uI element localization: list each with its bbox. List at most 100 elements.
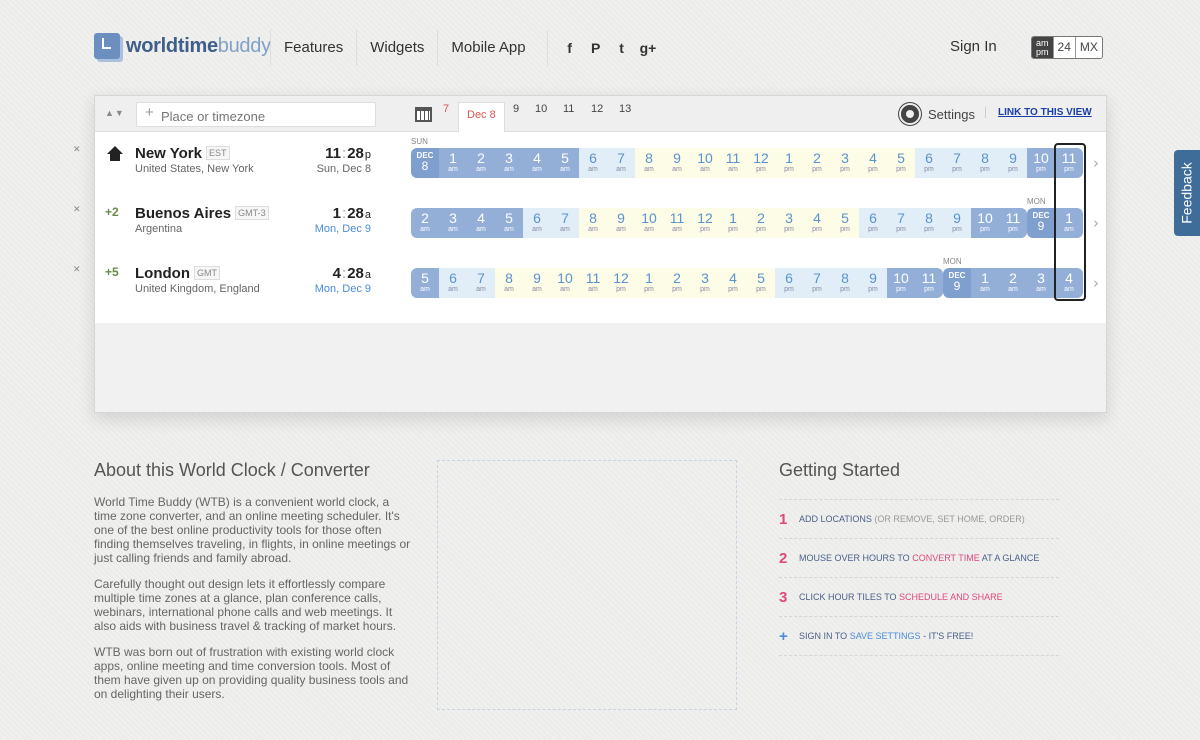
- hour-tile[interactable]: 8 am: [579, 208, 607, 238]
- hour-tile[interactable]: 10 am: [551, 268, 579, 298]
- remove-icon[interactable]: ✕: [73, 204, 81, 214]
- hour-tile[interactable]: 10 pm: [887, 268, 915, 298]
- google-plus-icon[interactable]: g+: [640, 40, 657, 56]
- link-to-view[interactable]: LINK TO THIS VIEW: [985, 107, 1092, 118]
- hour-tile[interactable]: 11 am: [663, 208, 691, 238]
- hour-tile[interactable]: 5 pm: [747, 268, 775, 298]
- hour-tile[interactable]: 6 pm: [859, 208, 887, 238]
- hour-tile[interactable]: 1 pm: [635, 268, 663, 298]
- hour-tile[interactable]: 2 am: [999, 268, 1027, 298]
- hour-tile[interactable]: 1 am: [1055, 208, 1083, 238]
- hour-tile[interactable]: 9 am: [523, 268, 551, 298]
- remove-icon[interactable]: ✕: [73, 144, 81, 154]
- nav-features[interactable]: Features: [270, 30, 356, 66]
- hour-tile[interactable]: 6 am: [579, 148, 607, 178]
- hour-tile[interactable]: 5 am: [551, 148, 579, 178]
- hour-tile[interactable]: 4 pm: [719, 268, 747, 298]
- sort-arrows-icon[interactable]: ▲▼: [105, 108, 125, 118]
- hour-tile[interactable]: 3 pm: [831, 148, 859, 178]
- chevron-right-icon[interactable]: ›: [1093, 214, 1099, 232]
- date-tab[interactable]: 11: [563, 103, 574, 115]
- home-icon[interactable]: [107, 146, 123, 162]
- hour-tile[interactable]: 3 am: [1027, 268, 1055, 298]
- format-ampm-button[interactable]: am pm: [1032, 37, 1053, 58]
- sign-in-link[interactable]: Sign In: [950, 38, 997, 55]
- hour-tile[interactable]: 3 pm: [775, 208, 803, 238]
- hour-tile[interactable]: 4 am: [1055, 268, 1083, 298]
- hour-tile[interactable]: 7 pm: [803, 268, 831, 298]
- step-item[interactable]: 2 MOUSE OVER HOURS TO CONVERT TIME AT A …: [779, 538, 1059, 577]
- hour-tile[interactable]: 12 pm: [747, 148, 775, 178]
- hour-tile[interactable]: 6 am: [439, 268, 467, 298]
- nav-mobile-app[interactable]: Mobile App: [437, 30, 538, 66]
- calendar-icon[interactable]: [415, 107, 432, 122]
- hour-tile[interactable]: 4 am: [467, 208, 495, 238]
- hour-tile[interactable]: 11 am: [719, 148, 747, 178]
- facebook-icon[interactable]: f: [562, 40, 578, 56]
- date-tab-selected[interactable]: Dec 8: [458, 102, 505, 133]
- hour-tile[interactable]: 10 pm: [1027, 148, 1055, 178]
- place-search-input[interactable]: [136, 102, 376, 127]
- hour-tile[interactable]: 5 pm: [887, 148, 915, 178]
- save-settings-link[interactable]: SAVE SETTINGS: [850, 631, 921, 641]
- hour-tile[interactable]: 1 am: [971, 268, 999, 298]
- feedback-tab[interactable]: Feedback: [1174, 150, 1200, 236]
- hour-tile[interactable]: 9 am: [607, 208, 635, 238]
- day-tile[interactable]: DEC 9: [943, 268, 971, 298]
- hour-tile[interactable]: 2 pm: [803, 148, 831, 178]
- hour-tile[interactable]: 4 pm: [859, 148, 887, 178]
- hour-tile[interactable]: 9 pm: [859, 268, 887, 298]
- date-tab[interactable]: 9: [513, 103, 519, 115]
- format-24h-button[interactable]: 24: [1052, 37, 1075, 58]
- hour-tile[interactable]: 2 am: [411, 208, 439, 238]
- hour-tile[interactable]: 4 pm: [803, 208, 831, 238]
- hour-tile[interactable]: 9 pm: [999, 148, 1027, 178]
- nav-widgets[interactable]: Widgets: [356, 30, 437, 66]
- hour-tile[interactable]: 11 pm: [1055, 148, 1083, 178]
- date-tab[interactable]: 13: [619, 103, 631, 115]
- hour-tile[interactable]: 8 pm: [915, 208, 943, 238]
- hour-tile[interactable]: 2 am: [467, 148, 495, 178]
- hour-tile[interactable]: 9 pm: [943, 208, 971, 238]
- hour-tile[interactable]: 1 pm: [719, 208, 747, 238]
- hour-tile[interactable]: 5 am: [411, 268, 439, 298]
- hour-tile[interactable]: 10 am: [635, 208, 663, 238]
- date-tab[interactable]: 7: [443, 103, 449, 115]
- chevron-right-icon[interactable]: ›: [1093, 274, 1099, 292]
- hour-tile[interactable]: 12 pm: [607, 268, 635, 298]
- step-item[interactable]: 3 CLICK HOUR TILES TO SCHEDULE AND SHARE: [779, 577, 1059, 616]
- hour-tile[interactable]: 12 pm: [691, 208, 719, 238]
- hour-tile[interactable]: 10 pm: [971, 208, 999, 238]
- hour-tile[interactable]: 4 am: [523, 148, 551, 178]
- hour-tile[interactable]: 8 pm: [971, 148, 999, 178]
- date-tab[interactable]: 12: [591, 103, 603, 115]
- day-tile[interactable]: DEC 9: [1027, 208, 1055, 238]
- hour-tile[interactable]: 5 am: [495, 208, 523, 238]
- hour-tile[interactable]: 2 pm: [663, 268, 691, 298]
- hour-tile[interactable]: 7 am: [467, 268, 495, 298]
- hour-tile[interactable]: 11 pm: [999, 208, 1027, 238]
- hour-tile[interactable]: 8 am: [635, 148, 663, 178]
- hour-tile[interactable]: 9 am: [663, 148, 691, 178]
- hour-tile[interactable]: 10 am: [691, 148, 719, 178]
- hour-tile[interactable]: 7 am: [607, 148, 635, 178]
- hour-tile[interactable]: 8 am: [495, 268, 523, 298]
- day-tile[interactable]: DEC 8: [411, 148, 439, 178]
- hour-tile[interactable]: 7 pm: [887, 208, 915, 238]
- hour-tile[interactable]: 11 am: [579, 268, 607, 298]
- remove-icon[interactable]: ✕: [73, 264, 81, 274]
- step-item[interactable]: 1 ADD LOCATIONS (OR REMOVE, SET HOME, OR…: [779, 499, 1059, 538]
- hour-tile[interactable]: 1 am: [439, 148, 467, 178]
- hour-tile[interactable]: 6 pm: [915, 148, 943, 178]
- hour-tile[interactable]: 11 pm: [915, 268, 943, 298]
- hour-tile[interactable]: 7 pm: [943, 148, 971, 178]
- hour-tile[interactable]: 5 pm: [831, 208, 859, 238]
- chevron-right-icon[interactable]: ›: [1093, 154, 1099, 172]
- hour-tile[interactable]: 3 am: [439, 208, 467, 238]
- hour-tile[interactable]: 1 pm: [775, 148, 803, 178]
- hour-tile[interactable]: 3 pm: [691, 268, 719, 298]
- hour-tile[interactable]: 7 am: [551, 208, 579, 238]
- pinterest-icon[interactable]: P: [588, 40, 604, 56]
- date-tab[interactable]: 10: [535, 103, 547, 115]
- hour-tile[interactable]: 6 pm: [775, 268, 803, 298]
